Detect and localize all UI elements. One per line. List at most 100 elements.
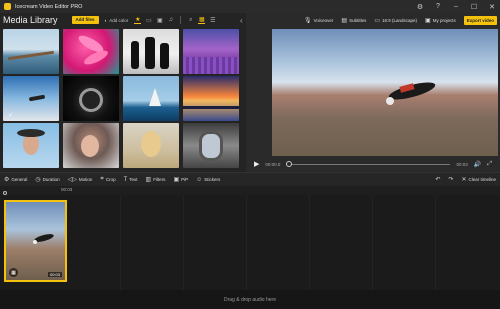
- pip-icon: ▣: [173, 177, 180, 183]
- window-controls: ⚙ ? – ☐ ✕: [416, 3, 496, 11]
- text-icon: T: [123, 176, 128, 183]
- timeline-actions: ↶ ↷ ✕ Clear timeline: [435, 176, 496, 183]
- smiley-icon: ☺: [196, 176, 203, 183]
- seek-bar[interactable]: [286, 160, 451, 167]
- subtitles-button[interactable]: ▤ Subtitles: [341, 17, 366, 24]
- crop-label: Crop: [105, 177, 116, 182]
- redo-icon: ↷: [448, 177, 454, 183]
- media-thumb-skydiver[interactable]: ✓: [3, 76, 59, 121]
- media-library: Media Library Add files ◐ Add color ★ ▭ ▣…: [0, 13, 246, 172]
- clock-icon: ◷: [35, 177, 41, 183]
- text-label: Text: [129, 177, 138, 182]
- star-icon[interactable]: ★: [134, 17, 142, 24]
- close-button[interactable]: ✕: [488, 3, 496, 11]
- media-thumb-flowers[interactable]: [63, 29, 119, 74]
- clear-timeline-label: Clear timeline: [468, 177, 496, 182]
- help-icon[interactable]: ?: [434, 3, 442, 10]
- maximize-button[interactable]: ☐: [470, 3, 478, 11]
- pip-label: PiP: [181, 177, 189, 182]
- stickers-button[interactable]: ☺ Stickers: [196, 177, 220, 183]
- audio-drop-label: Drag & drop audio here: [224, 296, 276, 303]
- media-thumb-pier[interactable]: [3, 29, 59, 74]
- projects-icon: ▣: [425, 17, 431, 24]
- add-files-label: Add files: [75, 17, 95, 22]
- add-color-button[interactable]: ◐ Add color: [105, 18, 129, 23]
- filters-label: Filters: [153, 177, 166, 182]
- media-library-title: Media Library: [3, 15, 58, 25]
- grid-view-icon[interactable]: ▦: [198, 17, 206, 24]
- export-video-button[interactable]: Export video: [463, 15, 497, 25]
- voiceover-label: Voiceover: [313, 17, 334, 23]
- fullscreen-icon[interactable]: ⤢: [487, 161, 492, 168]
- aspect-ratio-button[interactable]: ▭ 16:9 (Landscape): [374, 17, 417, 24]
- aspect-ratio-icon: ▭: [374, 17, 381, 24]
- filters-button[interactable]: ▥ Filters: [146, 176, 166, 183]
- skydiver-scene: [386, 82, 436, 105]
- seek-knob[interactable]: [286, 160, 293, 167]
- media-thumb-sailboat[interactable]: [123, 76, 179, 121]
- general-button[interactable]: ⚙ General: [4, 176, 27, 183]
- media-thumb-airplane-window[interactable]: [183, 123, 239, 168]
- clip-settings-icon[interactable]: ▦: [9, 268, 18, 277]
- subtitles-icon: ▤: [341, 17, 348, 24]
- window-title: Icecream Video Editor PRO: [15, 3, 83, 10]
- media-thumb-silhouettes[interactable]: [123, 29, 179, 74]
- title-bar: Icecream Video Editor PRO ⚙ ? – ☐ ✕: [0, 0, 500, 13]
- gear-icon: ⚙: [4, 177, 10, 183]
- media-thumb-sunset-pier[interactable]: [183, 76, 239, 121]
- volume-icon[interactable]: 🔊: [474, 161, 481, 168]
- video-preview: [272, 29, 498, 156]
- filters-icon: ▥: [145, 177, 152, 183]
- voiceover-button[interactable]: 🎙 Voiceover: [304, 17, 333, 24]
- media-thumb-camera[interactable]: [63, 76, 119, 121]
- media-thumb-lavender[interactable]: [183, 29, 239, 74]
- clip-duration: 00:03: [47, 272, 62, 277]
- timeline-ruler[interactable]: 00:03: [0, 186, 500, 195]
- crop-button[interactable]: ⌗ Crop: [100, 176, 115, 183]
- general-label: General: [11, 177, 28, 182]
- audio-drop-zone[interactable]: Drag & drop audio here: [0, 290, 500, 309]
- my-projects-button[interactable]: ▣ My projects: [425, 17, 456, 24]
- timeline-clip[interactable]: ▦ 00:03: [4, 200, 67, 282]
- palette-icon: ◐: [104, 17, 108, 23]
- motion-button[interactable]: ◁▷ Motion: [68, 176, 93, 183]
- collapse-panel-icon[interactable]: ‹: [240, 16, 243, 25]
- motion-icon: ◁▷: [67, 177, 77, 183]
- crop-icon: ⌗: [100, 176, 104, 182]
- play-icon[interactable]: ▶: [254, 160, 259, 168]
- duration-label: Duration: [42, 177, 60, 182]
- duration-button[interactable]: ◷ Duration: [35, 176, 59, 183]
- add-files-button[interactable]: Add files: [71, 16, 99, 24]
- stickers-label: Stickers: [204, 177, 221, 182]
- timeline-track[interactable]: ▦ 00:03: [0, 195, 500, 290]
- search-icon[interactable]: ⌕: [187, 17, 194, 24]
- media-thumb-blonde-woman[interactable]: [123, 123, 179, 168]
- total-time: 00:03: [456, 161, 468, 167]
- undo-icon: ↶: [435, 177, 441, 183]
- media-thumb-woman-portrait[interactable]: [63, 123, 119, 168]
- redo-button[interactable]: ↷: [448, 176, 453, 183]
- media-filter-tabs: ★ ▭ ▣ ♫ ⌕ ▦ ☰: [134, 16, 216, 24]
- ruler-time-label: 00:03: [61, 187, 73, 192]
- undo-button[interactable]: ↶: [435, 176, 440, 183]
- export-video-label: Export video: [466, 17, 494, 23]
- add-color-label: Add color: [109, 17, 129, 23]
- text-button[interactable]: T Text: [124, 177, 138, 183]
- media-thumb-woman-hat[interactable]: [3, 123, 59, 168]
- pip-button[interactable]: ▣ PiP: [173, 176, 188, 183]
- close-icon: ✕: [461, 177, 467, 183]
- playback-controls: ▶ 00:00.0 00:03 🔊 ⤢: [246, 156, 500, 172]
- music-icon[interactable]: ♫: [167, 17, 174, 24]
- minimize-button[interactable]: –: [452, 3, 460, 10]
- video-icon[interactable]: ▭: [145, 17, 152, 24]
- settings-icon[interactable]: ⚙: [416, 3, 424, 11]
- preview-toolbar: 🎙 Voiceover ▤ Subtitles ▭ 16:9 (Landscape) …: [246, 13, 500, 27]
- current-time: 00:00.0: [265, 161, 281, 167]
- aspect-ratio-label: 16:9 (Landscape): [382, 17, 418, 23]
- favorite-check-icon: ✓: [8, 113, 14, 119]
- clear-timeline-button[interactable]: ✕ Clear timeline: [461, 176, 496, 183]
- motion-label: Motion: [78, 177, 93, 182]
- list-view-icon[interactable]: ☰: [209, 17, 216, 24]
- image-icon[interactable]: ▣: [156, 17, 163, 24]
- media-grid: ✓: [3, 29, 241, 171]
